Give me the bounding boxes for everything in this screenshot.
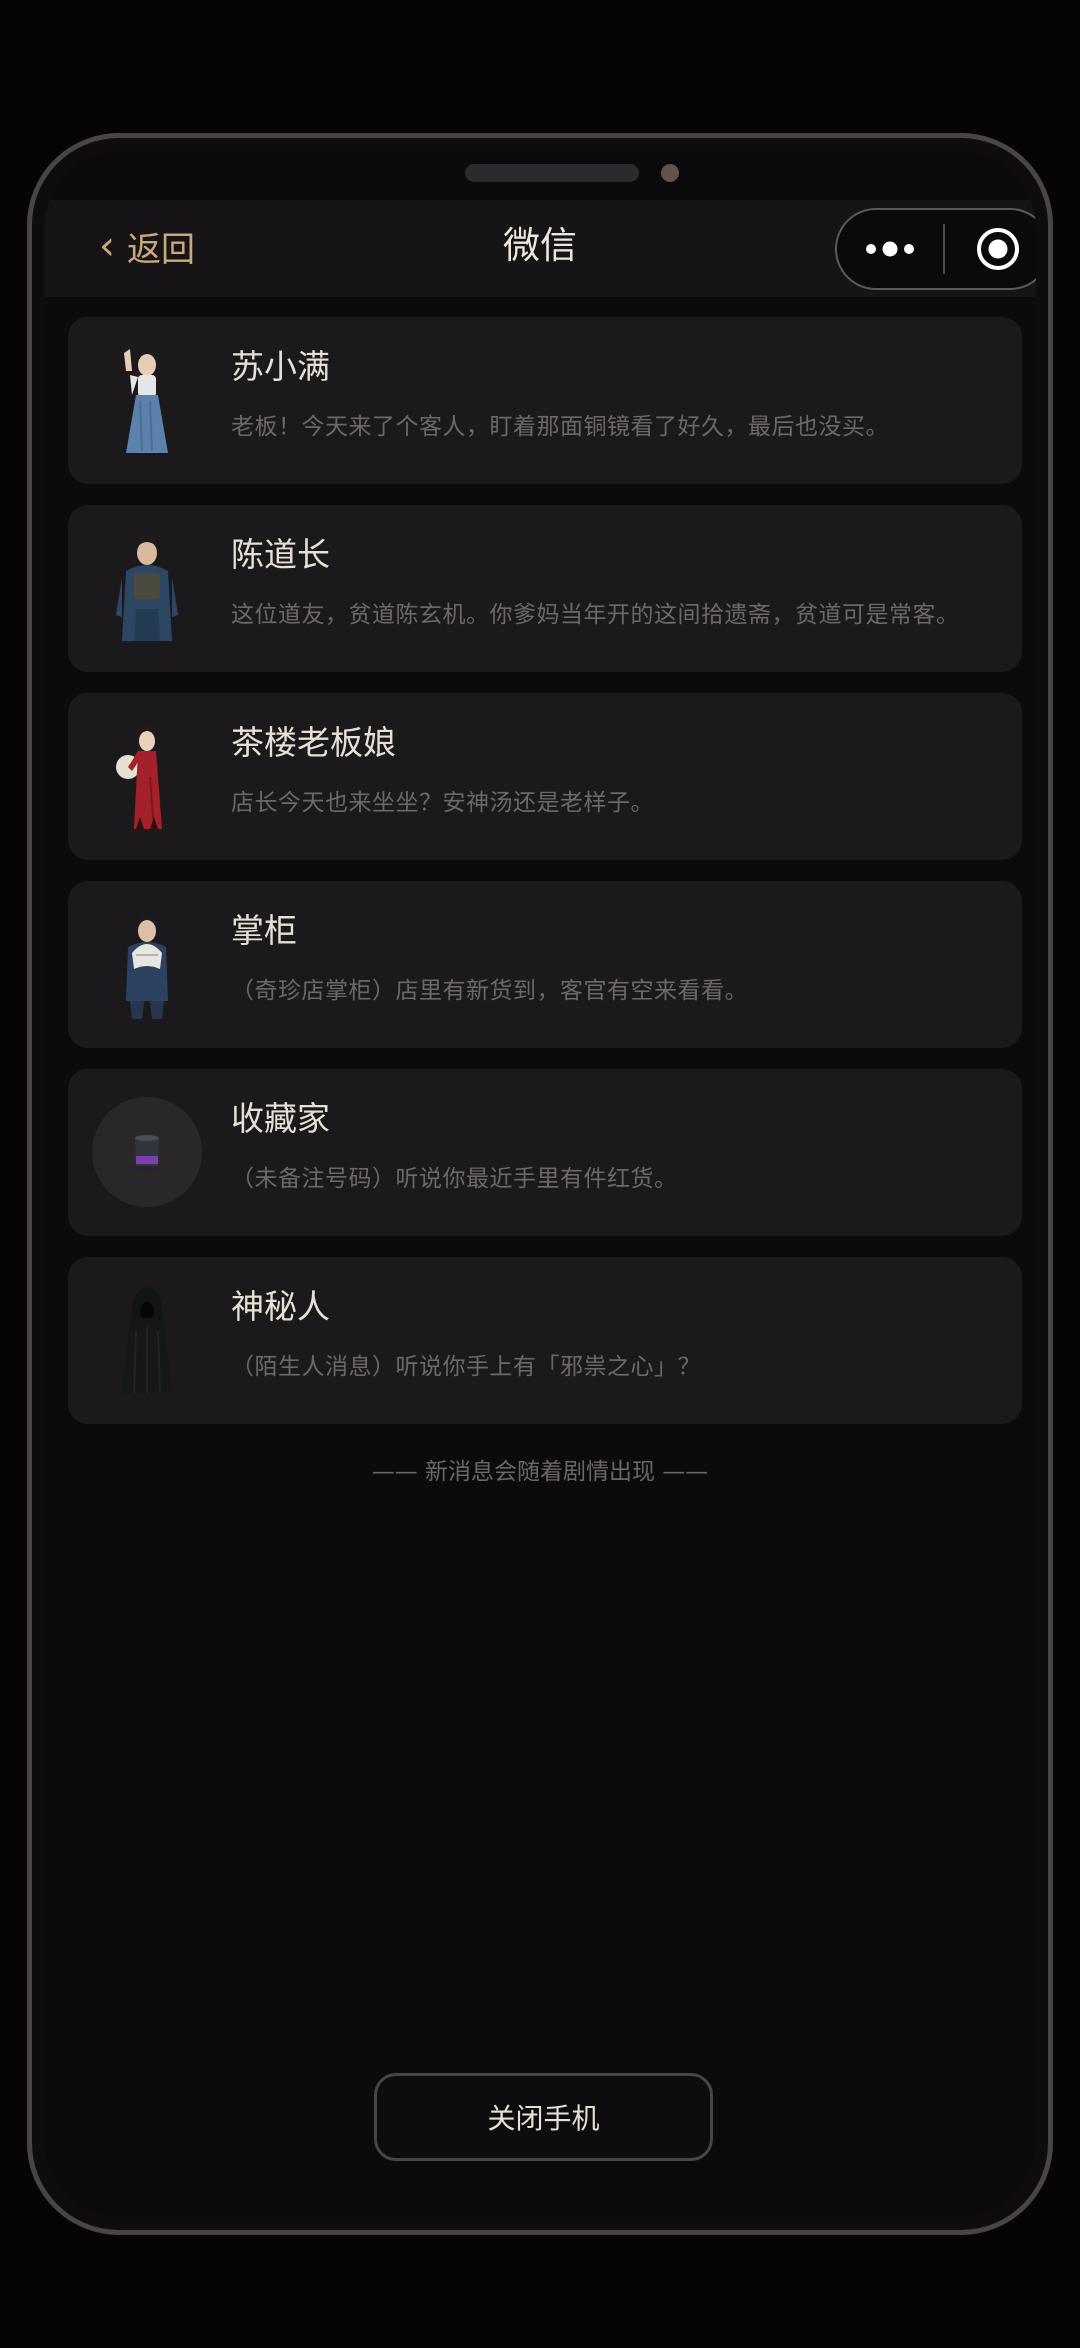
phone-frame: ‹ 返回 微信 苏小满 老板！今天来了个客人，盯着那面铜镜看了好久，最后也没买。…: [27, 133, 1053, 2235]
lady-red-qipao-avatar: [92, 717, 202, 837]
front-camera-dot: [661, 164, 679, 182]
back-button[interactable]: ‹ 返回: [99, 216, 195, 276]
more-menu-button[interactable]: [837, 210, 943, 288]
back-label: 返回: [127, 229, 195, 270]
chat-name: 苏小满: [231, 347, 330, 386]
chat-preview: （未备注号码）听说你最近手里有件红货。: [231, 1166, 678, 1192]
phone-screen: ‹ 返回 微信 苏小满 老板！今天来了个客人，盯着那面铜镜看了好久，最后也没买。…: [44, 150, 1036, 2218]
taoist-man-avatar: [92, 529, 202, 649]
chat-preview: （奇珍店掌柜）店里有新货到，客官有空来看看。: [231, 978, 748, 1004]
girl-blue-skirt-avatar: [92, 341, 202, 461]
chat-name: 神秘人: [231, 1287, 330, 1326]
chat-item-shoucangjia[interactable]: 收藏家 （未备注号码）听说你最近手里有件红货。: [68, 1069, 1022, 1236]
hooded-figure-avatar: [92, 1281, 202, 1401]
chat-name: 茶楼老板娘: [231, 723, 396, 762]
chat-item-su-xiaoman[interactable]: 苏小满 老板！今天来了个客人，盯着那面铜镜看了好久，最后也没买。: [68, 317, 1022, 484]
top-hat-icon: [129, 1135, 165, 1172]
speaker-notch: [465, 164, 639, 182]
chat-preview: 这位道友，贫道陈玄机。你爹妈当年开的这间拾遗斋，贫道可是常客。: [231, 602, 960, 628]
more-dots-icon: [866, 241, 914, 257]
app-stage: ‹ 返回 微信 苏小满 老板！今天来了个客人，盯着那面铜镜看了好久，最后也没买。…: [0, 0, 1080, 2348]
chat-item-chalou-laobanniang[interactable]: 茶楼老板娘 店长今天也来坐坐？安神汤还是老样子。: [68, 693, 1022, 860]
navigation-bar: ‹ 返回 微信: [44, 200, 1036, 297]
chat-name: 陈道长: [231, 535, 330, 574]
chat-name: 收藏家: [231, 1099, 330, 1138]
chat-item-shenmiren[interactable]: 神秘人 （陌生人消息）听说你手上有「邪祟之心」？: [68, 1257, 1022, 1424]
chat-item-zhanggui[interactable]: 掌柜 （奇珍店掌柜）店里有新货到，客官有空来看看。: [68, 881, 1022, 1048]
target-circle-icon: [977, 228, 1019, 270]
chat-preview: 老板！今天来了个客人，盯着那面铜镜看了好久，最后也没买。: [231, 414, 889, 440]
chat-name: 掌柜: [231, 911, 297, 950]
exit-mini-program-button[interactable]: [945, 210, 1036, 288]
chat-preview: 店长今天也来坐坐？安神汤还是老样子。: [231, 790, 654, 816]
close-phone-button[interactable]: 关闭手机: [374, 2073, 713, 2161]
mini-program-capsule: [835, 208, 1036, 290]
chevron-left-icon: ‹: [99, 223, 115, 269]
chat-item-chen-daozhang[interactable]: 陈道长 这位道友，贫道陈玄机。你爹妈当年开的这间拾遗斋，贫道可是常客。: [68, 505, 1022, 672]
new-messages-hint: —— 新消息会随着剧情出现 ——: [371, 1459, 709, 1485]
chat-preview: （陌生人消息）听说你手上有「邪祟之心」？: [231, 1354, 701, 1380]
shopkeeper-fan-avatar: [92, 905, 202, 1025]
top-hat-avatar: [92, 1097, 202, 1207]
